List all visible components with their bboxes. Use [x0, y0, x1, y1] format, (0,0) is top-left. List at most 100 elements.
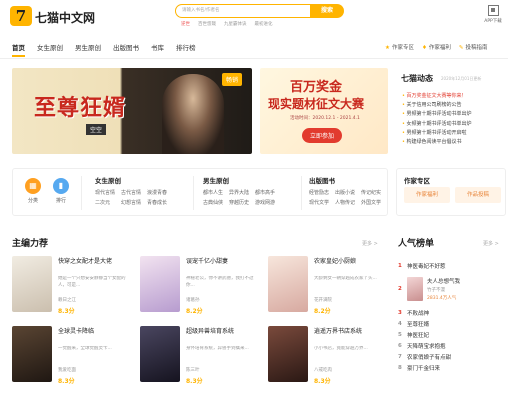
nav-male[interactable]: 男生原创: [75, 42, 101, 57]
author-zone-link[interactable]: ★ 作家专区: [385, 43, 414, 51]
category-tag[interactable]: 异界大陆: [229, 189, 249, 196]
news-item[interactable]: 关于信用公司刷榜的公告: [402, 101, 506, 110]
nav-ranking[interactable]: 排行榜: [176, 42, 196, 57]
book-title[interactable]: 逍遥万界书店系统: [314, 328, 386, 336]
ranking-item[interactable]: 5 神医狂妃: [398, 329, 506, 340]
ranking-quick-link[interactable]: ▮ 排行: [53, 178, 69, 204]
hot-search-link[interactable]: 九星霸体诀: [224, 21, 247, 27]
ranking-item[interactable]: 8 豪门千金归来: [398, 362, 506, 373]
ranking-item-featured[interactable]: 2 夫人总想气我 竹子不漫 2831.4万人气: [398, 271, 506, 307]
category-quick-label: 分类: [27, 198, 38, 204]
book-card[interactable]: 农家皇妃小厨娘 大龄剩女一朝穿越成农家丫头... 花开满院 8.2分: [268, 256, 388, 318]
news-item[interactable]: 百万奖金征文大赛等你来！: [402, 92, 506, 101]
book-author[interactable]: 八戒吃肉: [314, 367, 332, 373]
contest-join-button[interactable]: 立即参加: [302, 128, 343, 143]
submit-work-button[interactable]: 作品投稿: [455, 187, 501, 203]
ranking-book-title: 农家俏娘子有点甜: [407, 354, 452, 361]
ranking-item[interactable]: 3 不败战神: [398, 307, 506, 318]
contest-banner[interactable]: 百万奖金 现实题材征文大赛 活动时间：2020.12.1 - 2021.4.1 …: [260, 68, 388, 154]
author-welfare-button[interactable]: 作家福利: [404, 187, 450, 203]
male-category-title[interactable]: 男生原创: [203, 175, 275, 185]
news-item[interactable]: 男频第十期书评活动开启啦: [402, 129, 506, 138]
category-tag[interactable]: 都市人生: [203, 189, 223, 196]
editor-picks-more-link[interactable]: 更多 >: [362, 240, 378, 247]
book-title[interactable]: 农家皇妃小厨娘: [314, 258, 386, 266]
category-quick-link[interactable]: ▦ 分类: [25, 178, 41, 204]
book-author[interactable]: 花开满院: [314, 297, 332, 303]
book-cover[interactable]: [268, 326, 308, 382]
book-cover[interactable]: [12, 256, 52, 312]
hot-search-link[interactable]: 最初进化: [255, 21, 273, 27]
nav-home[interactable]: 首页: [12, 42, 25, 57]
male-category-group: 男生原创 都市人生 异界大陆 都市高手 古典仙侠 穿越历史 游戏网游: [203, 175, 275, 206]
hot-search-link[interactable]: 逆世: [181, 21, 190, 27]
hot-search-link[interactable]: 百世悠哉: [198, 21, 216, 27]
rank-number: 1: [398, 262, 402, 269]
book-cover[interactable]: [140, 326, 180, 382]
news-list: 百万奖金征文大赛等你来！ 关于信用公司刷榜的公告 男频第十期书评活动书单出炉 女…: [402, 92, 506, 147]
category-tag[interactable]: 经管励志: [309, 189, 329, 196]
book-card[interactable]: 超级异兽培育系统 身怀培育系统，异兽手到擒来... 陈三叶 8.3分: [140, 326, 260, 388]
category-tag[interactable]: 现代文学: [309, 199, 329, 206]
book-author[interactable]: 赖日之江: [58, 297, 76, 303]
category-tag[interactable]: 游戏网游: [255, 199, 275, 206]
ranking-item[interactable]: 1 神医毒妃不好惹: [398, 260, 506, 271]
book-card[interactable]: 逍遥万界书店系统 小小书店，竟能穿越万界... 八戒吃肉 8.3分: [268, 326, 388, 388]
category-tag[interactable]: 传记纪实: [361, 189, 381, 196]
category-tag[interactable]: 外国文学: [361, 199, 381, 206]
book-title[interactable]: 全球灵卡降临: [58, 328, 130, 336]
category-tag[interactable]: 都市高手: [255, 189, 275, 196]
category-tag[interactable]: 穿越历史: [229, 199, 249, 206]
book-desc: 她是一个只想安安静静当个女配的人，可是...: [58, 276, 126, 288]
category-tag[interactable]: 古典仙侠: [203, 199, 223, 206]
book-title[interactable]: 超级异兽培育系统: [186, 328, 258, 336]
main-banner[interactable]: 至尊狂婿 空空: [12, 68, 252, 154]
news-item[interactable]: 男频第十期书评活动书单出炉: [402, 110, 506, 119]
category-tag[interactable]: 幻想言情: [121, 199, 141, 206]
book-author[interactable]: 陈三叶: [186, 367, 200, 373]
nav-female[interactable]: 女生原创: [37, 42, 63, 57]
category-tag[interactable]: 古代言情: [121, 189, 141, 196]
pen-icon: ✎: [458, 45, 464, 51]
book-desc: 一觉醒来，全球觉醒灵卡...: [58, 346, 112, 351]
author-welfare-link[interactable]: ♦ 作家福利: [422, 43, 451, 51]
category-tag[interactable]: 二次元: [95, 199, 115, 206]
submit-guide-link[interactable]: ✎ 投稿指南: [459, 43, 488, 51]
category-tag[interactable]: 出版小说: [335, 189, 355, 196]
ranking-book-title: 至尊狂婿: [407, 321, 430, 328]
site-logo-text[interactable]: 七猫中文网: [35, 9, 95, 26]
nav-publish[interactable]: 出版图书: [113, 42, 139, 57]
category-tag[interactable]: 现代言情: [95, 189, 115, 196]
nav-library[interactable]: 书库: [151, 42, 164, 57]
ranking-item[interactable]: 7 农家俏娘子有点甜: [398, 351, 506, 362]
rank-number: 2: [398, 286, 402, 292]
book-author[interactable]: 诸葛孙: [186, 297, 200, 303]
female-category-title[interactable]: 女生原创: [95, 175, 167, 185]
category-tag[interactable]: 人物传记: [335, 199, 355, 206]
banner-author: 空空: [86, 124, 107, 135]
search-button[interactable]: 搜索: [310, 4, 344, 18]
ranking-item[interactable]: 4 至尊狂婿: [398, 318, 506, 329]
book-card[interactable]: 快穿之女配才是大佬 她是一个只想安安静静当个女配的人，可是... 赖日之江 8.…: [12, 256, 132, 318]
book-author[interactable]: 我爱吃面: [58, 367, 76, 373]
category-tag[interactable]: 青春成长: [147, 199, 167, 206]
book-title[interactable]: 快穿之女配才是大佬: [58, 258, 130, 266]
ranking-item[interactable]: 6 天降萌宝求抱抱: [398, 340, 506, 351]
book-card[interactable]: 全球灵卡降临 一觉醒来，全球觉醒灵卡... 我爱吃面 8.3分: [12, 326, 132, 388]
logo-mark[interactable]: 7: [10, 6, 32, 26]
ranking-more-link[interactable]: 更多 >: [483, 240, 499, 247]
book-title[interactable]: 误宠千亿小甜妻: [186, 258, 258, 266]
news-item[interactable]: 女频第十期书评活动书单出炉: [402, 120, 506, 129]
book-cover[interactable]: [268, 256, 308, 312]
book-cover[interactable]: [140, 256, 180, 312]
app-download[interactable]: APP下载: [481, 5, 505, 24]
category-tag[interactable]: 浪漫青春: [147, 189, 167, 196]
search-input[interactable]: 请输入书名/作者名: [175, 4, 311, 18]
book-score: 8.3分: [314, 378, 331, 385]
ranking-book-author: 竹子不漫: [427, 288, 445, 293]
news-item[interactable]: 构建绿色阅读平台倡议书: [402, 138, 506, 147]
book-card[interactable]: 误宠千亿小甜妻 神秘老公，你不讲武德，我打不过你... 诸葛孙 8.2分: [140, 256, 260, 318]
publish-category-title[interactable]: 出版图书: [309, 175, 381, 185]
book-cover[interactable]: [12, 326, 52, 382]
book-desc: 小小书店，竟能穿越万界...: [314, 346, 368, 351]
